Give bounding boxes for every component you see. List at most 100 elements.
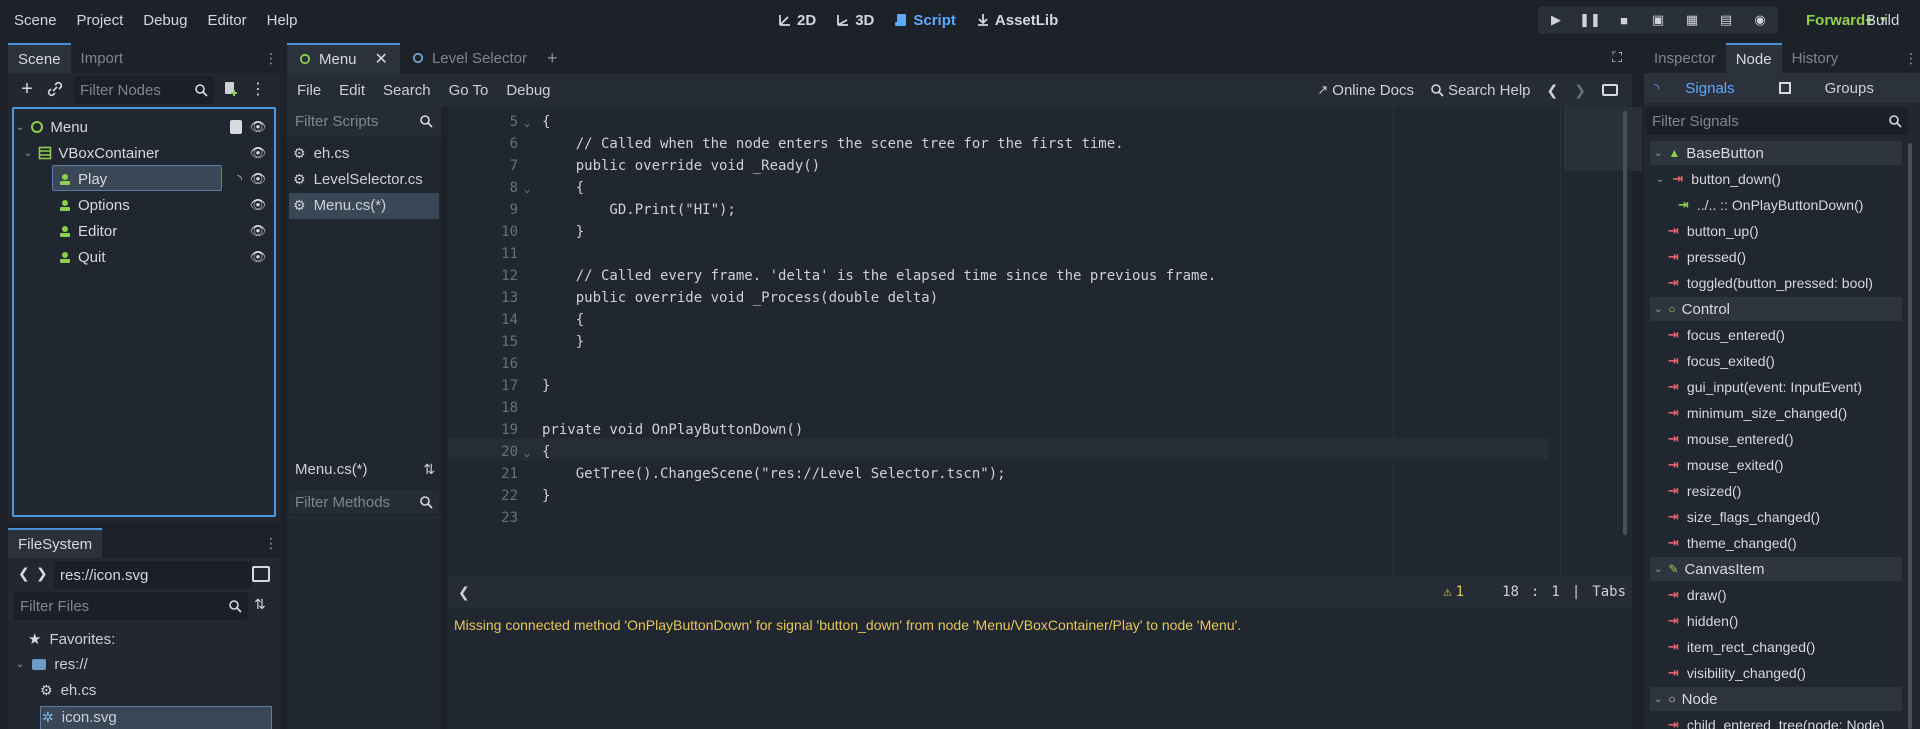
code-line[interactable]: 14 { [448,309,584,331]
code-line[interactable]: 22} [448,485,550,507]
signal-item[interactable]: ⇥ gui_input(event: InputEvent) [1668,375,1862,399]
editor-menu-search[interactable]: Search [383,82,431,99]
chevron-down-icon[interactable]: ⌄ [1654,564,1662,575]
signal-item[interactable]: ⇥ resized() [1668,479,1741,503]
workspace-assetlib[interactable]: AssetLib [976,12,1058,29]
code-line[interactable]: 23 [448,507,542,529]
filter-scripts-input[interactable]: Filter Scripts [289,109,439,133]
signal-group-canvasitem[interactable]: ⌄ ✎ CanvasItem [1650,557,1902,581]
add-tab-icon[interactable]: + [547,48,558,69]
chevron-down-icon[interactable]: ⌄ [16,659,24,670]
chevron-down-icon[interactable]: ⌄ [1654,304,1662,315]
signal-item[interactable]: ⌄ ⇥ button_down() [1656,167,1781,191]
signal-item[interactable]: ⇥ button_up() [1668,219,1759,243]
instance-scene-icon[interactable] [46,79,64,99]
editor-menu-file[interactable]: File [297,82,321,99]
visibility-eye-icon[interactable]: 👁 [250,171,267,187]
add-node-icon[interactable]: + [16,77,38,101]
code-line[interactable]: 16 [448,353,542,375]
signal-item[interactable]: ⇥ hidden() [1668,609,1738,633]
script-item-levelselector[interactable]: ⚙ LevelSelector.cs [293,171,423,188]
signal-group-node[interactable]: ⌄ ○ Node [1650,687,1902,711]
signal-item[interactable]: ⇥ focus_exited() [1668,349,1775,373]
history-back-icon[interactable]: ❮ [1547,82,1559,99]
code-line[interactable]: 21 GetTree().ChangeScene("res://Level Se… [448,463,1005,485]
code-editor[interactable]: 5 ⌄{6 // Called when the node enters the … [448,107,1642,577]
play-icon[interactable]: ▶ [1544,9,1568,31]
forward-icon[interactable]: ❯ [36,565,48,582]
signal-item[interactable]: ⇥ visibility_changed() [1668,661,1806,685]
code-line[interactable]: 15 } [448,331,584,353]
signals-scrollbar[interactable] [1908,143,1912,729]
warnings-count[interactable]: ⚠ 1 [1443,584,1464,600]
sort-icon[interactable]: ⇅ [254,596,266,613]
window-toggle-icon[interactable] [1602,84,1618,96]
signal-item[interactable]: ⇥ item_rect_changed() [1668,635,1815,659]
tab-node[interactable]: Node [1725,43,1782,73]
filter-methods-input[interactable]: Filter Methods [289,490,439,514]
tree-item-quit[interactable]: Quit 👁 [58,245,272,269]
menu-project[interactable]: Project [77,12,124,29]
editor-menu-goto[interactable]: Go To [449,82,489,99]
visibility-eye-icon[interactable]: 👁 [250,145,267,161]
code-line[interactable]: 7 public override void _Ready() [448,155,821,177]
play-custom-scene-icon[interactable]: ▤ [1714,9,1738,31]
code-line[interactable]: 6 // Called when the node enters the sce… [448,133,1124,155]
tree-item-menu[interactable]: ⌄ Menu 👁 [16,115,272,139]
signal-item[interactable]: ⇥ focus_entered() [1668,323,1785,347]
code-line[interactable]: 13 public override void _Process(double … [448,287,938,309]
folder-item-res[interactable]: ⌄ res:// [16,656,88,673]
code-line[interactable]: 17} [448,375,550,397]
filter-files-input[interactable]: Filter Files [14,592,248,620]
attach-script-icon[interactable] [220,79,240,99]
split-mode-icon[interactable] [252,566,270,582]
tab-import[interactable]: Import [71,43,134,73]
online-docs-button[interactable]: ↗ Online Docs [1317,82,1414,99]
visibility-eye-icon[interactable]: 👁 [250,197,267,213]
signal-item[interactable]: ⇥ size_flags_changed() [1668,505,1820,529]
vertical-scrollbar[interactable] [1623,111,1627,535]
tab-groups[interactable]: Groups [1825,80,1874,97]
script-item-menu[interactable]: ⚙ Menu.cs(*) [293,197,386,214]
code-line[interactable]: 8 ⌄ { [448,177,585,199]
script-attached-icon[interactable] [230,120,242,134]
signal-item[interactable]: ⇥ mouse_entered() [1668,427,1794,451]
workspace-2d[interactable]: 2D [778,12,816,29]
favorites-item[interactable]: ★ Favorites: [28,630,115,649]
signal-item[interactable]: ⇥ draw() [1668,583,1727,607]
menu-editor[interactable]: Editor [207,12,246,29]
fold-chevron-icon[interactable]: ⌄ [518,116,536,129]
play-scene-icon[interactable]: ▦ [1680,9,1704,31]
code-line[interactable]: 12 // Called every frame. 'delta' is the… [448,265,1216,287]
signal-item[interactable]: ⇥ mouse_exited() [1668,453,1783,477]
dock-menu-icon[interactable]: ⋮ [264,534,278,552]
tree-item-vboxcontainer[interactable]: ⌄ VBoxContainer 👁 [24,141,272,165]
workspace-3d[interactable]: 3D [836,12,874,29]
stop-icon[interactable]: ■ [1612,9,1636,31]
search-help-button[interactable]: Search Help [1430,82,1531,99]
chevron-down-icon[interactable]: ⌄ [16,122,24,133]
code-line[interactable]: 5 ⌄ { [448,111,551,133]
tab-scene[interactable]: Scene [8,43,71,73]
code-line[interactable]: 18 [448,397,542,419]
signal-item[interactable]: ⇥ minimum_size_changed() [1668,401,1847,425]
signal-connected-icon[interactable]: ◝ [237,172,242,186]
minimap[interactable] [1564,107,1642,171]
scene-menu-icon[interactable]: ⋮ [250,79,266,99]
chevron-down-icon[interactable]: ⌄ [1656,174,1664,185]
tree-item-editor[interactable]: Editor 👁 [58,219,272,243]
chevron-down-icon[interactable]: ⌄ [24,148,32,159]
distraction-free-icon[interactable]: ⛶ [1612,49,1622,66]
signal-item[interactable]: ⇥ toggled(button_pressed: bool) [1668,271,1873,295]
script-item-eh[interactable]: ⚙ eh.cs [293,145,349,162]
code-line[interactable]: 19 private void OnPlayButtonDown() [448,419,803,441]
chevron-down-icon[interactable]: ⌄ [1654,694,1662,705]
workspace-script[interactable]: Script [894,12,956,29]
visibility-eye-icon[interactable]: 👁 [250,249,267,265]
signal-connection[interactable]: ⇥ ../.. :: OnPlayButtonDown() [1678,193,1863,217]
history-forward-icon[interactable]: ❯ [1574,82,1586,99]
signal-item[interactable]: ⇥ pressed() [1668,245,1746,269]
file-item-icon-svg[interactable]: ✲ icon.svg [42,709,117,726]
filter-nodes-input[interactable]: Filter Nodes [74,76,214,104]
close-icon[interactable]: ✕ [375,49,388,69]
